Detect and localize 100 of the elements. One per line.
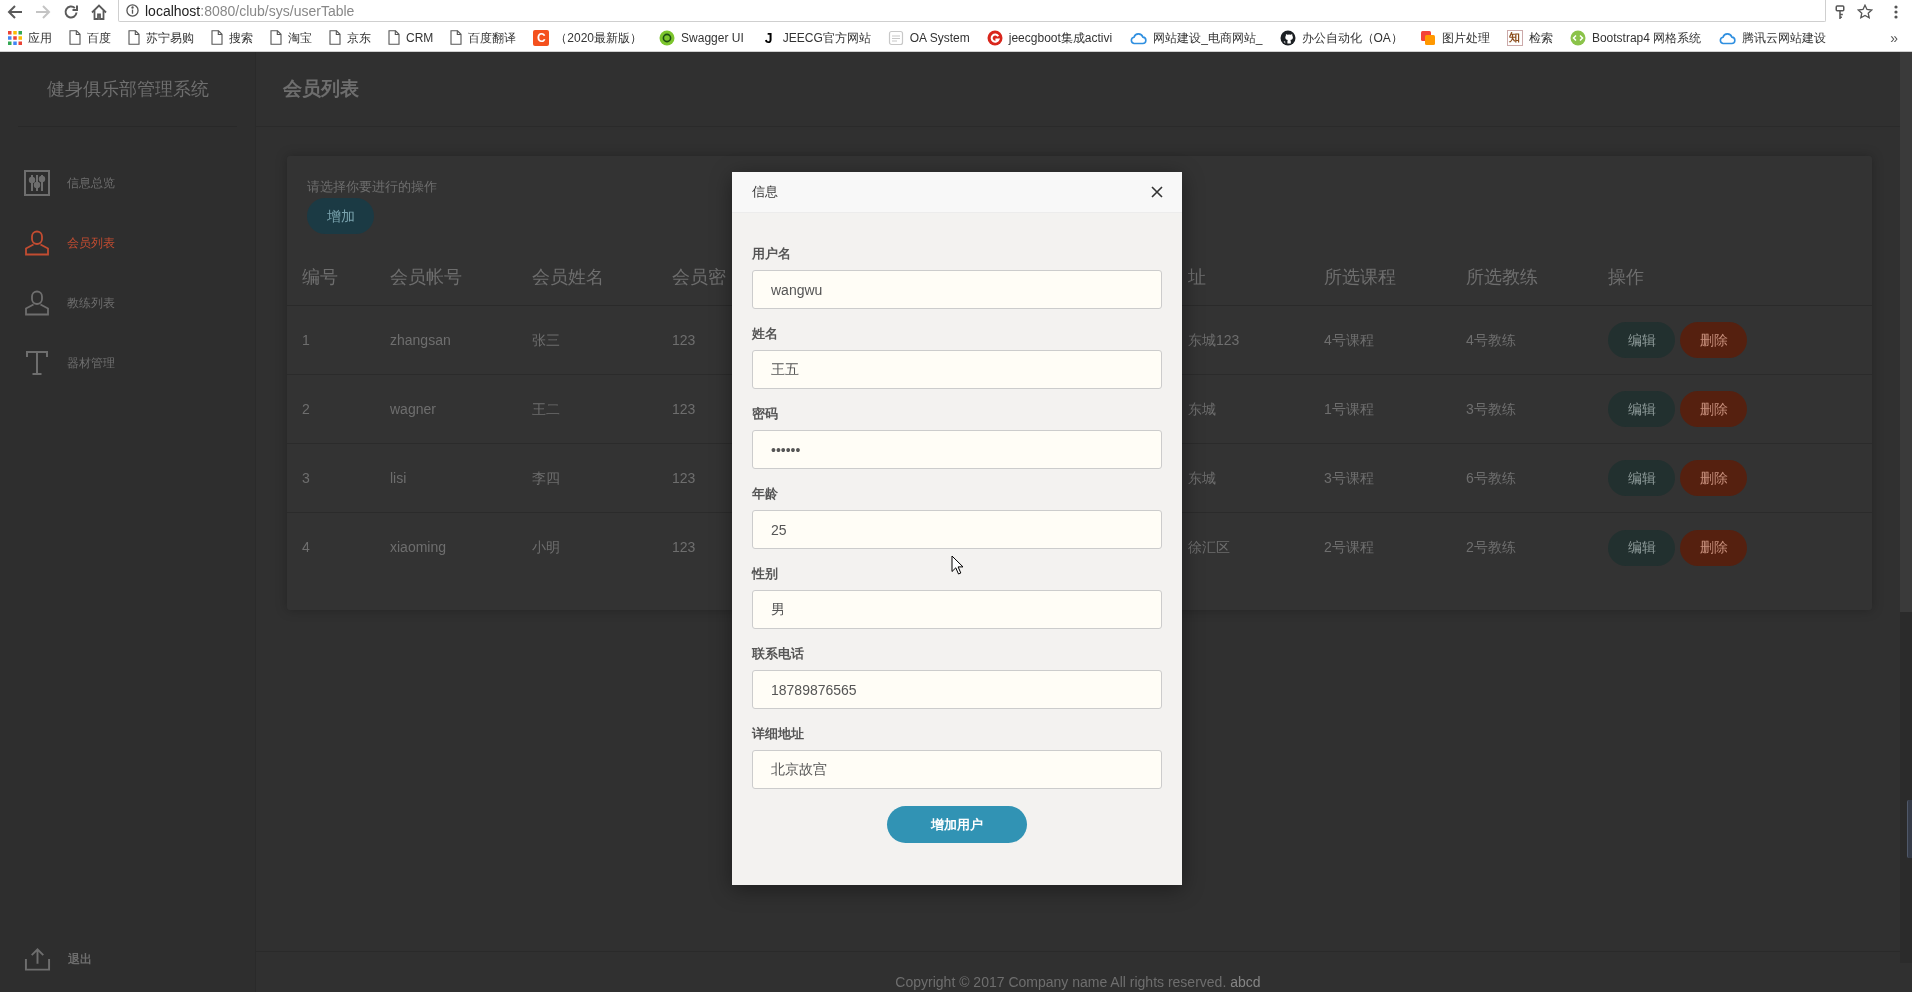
bookmark[interactable]: 苏宁易购 xyxy=(128,29,194,46)
delete-button[interactable]: 删除 xyxy=(1680,460,1747,496)
squares-icon xyxy=(1419,29,1436,46)
bookmark[interactable]: 应用 xyxy=(8,29,52,46)
input-field[interactable]: wangwu xyxy=(752,270,1162,309)
input-field[interactable]: 25 xyxy=(752,510,1162,549)
user-icon xyxy=(24,290,50,316)
more-bookmarks-button[interactable]: » xyxy=(1890,30,1898,45)
address-bar[interactable]: localhost:8080/club/sys/userTable xyxy=(118,0,1826,22)
bookmark[interactable]: 图片处理 xyxy=(1419,29,1490,46)
bookmark[interactable]: 知 检索 xyxy=(1506,29,1553,46)
input-field[interactable]: 18789876565 xyxy=(752,670,1162,709)
dialog-title: 信息 xyxy=(752,183,778,202)
page-lines-icon xyxy=(887,29,904,46)
bookmark[interactable]: 办公自动化（OA） xyxy=(1279,29,1403,46)
bookmark[interactable]: 百度翻译 xyxy=(450,29,517,46)
bookmark[interactable]: 腾讯云网站建设 xyxy=(1718,29,1827,46)
table-cell-text: 2号教练 xyxy=(1466,538,1516,557)
bookmark[interactable]: 淘宝 xyxy=(270,29,312,46)
field-label: 用户名 xyxy=(752,246,791,262)
home-icon[interactable] xyxy=(91,4,107,20)
bookmark[interactable]: OA System xyxy=(887,29,970,46)
cloud-icon xyxy=(1129,30,1148,45)
table-cell-text: xiaoming xyxy=(390,538,447,557)
round-logo-icon xyxy=(659,29,676,46)
field-label: 性别 xyxy=(752,566,778,582)
input-field[interactable]: 男 xyxy=(752,590,1162,629)
letter-tile-icon: 知 xyxy=(1506,29,1523,46)
page-icon xyxy=(270,30,282,45)
input-field[interactable]: 王五 xyxy=(752,350,1162,389)
column-header: 编号 xyxy=(302,266,338,289)
page-icon xyxy=(388,30,400,45)
close-icon[interactable] xyxy=(1151,186,1163,198)
page-icon xyxy=(128,30,140,45)
table-cell-text: 小明 xyxy=(532,538,560,557)
table-cell-text: 123 xyxy=(672,468,696,488)
table-cell-text: 4号教练 xyxy=(1466,330,1516,350)
star-icon[interactable] xyxy=(1857,4,1873,20)
code-icon xyxy=(1569,29,1586,46)
bookmark[interactable]: C （2020最新版） xyxy=(533,29,643,46)
delete-button[interactable]: 删除 xyxy=(1680,391,1747,427)
bookmark[interactable]: 百度 xyxy=(69,29,111,46)
bookmark[interactable]: 京东 xyxy=(329,29,371,46)
upload-icon xyxy=(24,946,51,972)
submit-button[interactable]: 增加用户 xyxy=(887,806,1027,843)
table-cell-text: zhangsan xyxy=(390,330,451,350)
side-handle[interactable] xyxy=(1907,800,1912,858)
cat-logo-icon xyxy=(1279,29,1296,46)
bookmark[interactable]: J JEECG官方网站 xyxy=(760,29,871,46)
ring-logo-icon xyxy=(986,29,1003,46)
table-cell-text: 1 xyxy=(302,330,310,350)
column-header: 会员帐号 xyxy=(390,266,462,289)
reload-icon[interactable] xyxy=(63,4,79,20)
table-cell-text: lisi xyxy=(390,468,407,488)
text-format-icon xyxy=(24,350,50,376)
edit-button[interactable]: 编辑 xyxy=(1608,322,1675,358)
column-header: 所选教练 xyxy=(1466,266,1538,289)
app-title: 健身俱乐部管理系统 xyxy=(46,77,209,101)
copyright-text: Copyright © 2017 Company name All rights reserved. abcd xyxy=(895,974,1261,992)
bookmark[interactable]: CRM xyxy=(388,29,434,46)
bookmark[interactable]: jeecgboot集成activi xyxy=(986,29,1113,46)
key-icon[interactable] xyxy=(1834,4,1846,20)
scrollbar-thumb[interactable] xyxy=(1900,52,1912,612)
column-header: 会员密 xyxy=(672,266,726,289)
bookmark[interactable]: 网站建设_电商网站_ xyxy=(1129,29,1263,46)
add-button[interactable]: 增加 xyxy=(307,198,374,234)
info-icon[interactable] xyxy=(126,4,139,17)
table-cell-text: 6号教练 xyxy=(1466,468,1516,488)
edit-button[interactable]: 编辑 xyxy=(1608,391,1675,427)
mouse-pointer-icon xyxy=(951,555,963,575)
table-cell-text: 3 xyxy=(302,468,310,488)
footer-link[interactable]: abcd xyxy=(1230,974,1261,990)
table-cell-text: 2 xyxy=(302,399,310,419)
delete-button[interactable]: 删除 xyxy=(1680,322,1747,358)
menu-icon[interactable] xyxy=(1894,5,1898,19)
bookmark[interactable]: Bootstrap4 网格系统 xyxy=(1569,29,1702,46)
url-text: localhost:8080/club/sys/userTable xyxy=(145,1,355,20)
table-cell-text: 徐汇区 xyxy=(1188,538,1230,557)
back-arrow-icon[interactable] xyxy=(7,4,23,20)
edit-button[interactable]: 编辑 xyxy=(1608,460,1675,496)
input-field[interactable]: 北京故宫 xyxy=(752,750,1162,789)
table-cell-text: 123 xyxy=(672,538,696,557)
bookmark[interactable]: Swagger UI xyxy=(659,29,744,46)
delete-button[interactable]: 删除 xyxy=(1680,529,1747,566)
column-header: 址 xyxy=(1188,266,1206,289)
edit-button[interactable]: 编辑 xyxy=(1608,529,1675,566)
page-icon xyxy=(329,30,341,45)
user-icon xyxy=(24,230,50,256)
input-field[interactable]: •••••• xyxy=(752,430,1162,469)
cloud-icon xyxy=(1718,30,1737,45)
table-cell-text: wagner xyxy=(390,399,436,419)
table-cell-text: 3号课程 xyxy=(1324,468,1374,488)
bookmark[interactable]: 搜索 xyxy=(211,29,253,46)
apps-grid-icon xyxy=(8,30,22,45)
column-header: 操作 xyxy=(1608,266,1644,289)
table-cell-text: 123 xyxy=(672,330,696,350)
table-cell-text: 2号课程 xyxy=(1324,538,1374,557)
field-label: 年龄 xyxy=(752,486,778,502)
field-label: 密码 xyxy=(752,406,778,422)
sliders-icon xyxy=(24,170,50,196)
